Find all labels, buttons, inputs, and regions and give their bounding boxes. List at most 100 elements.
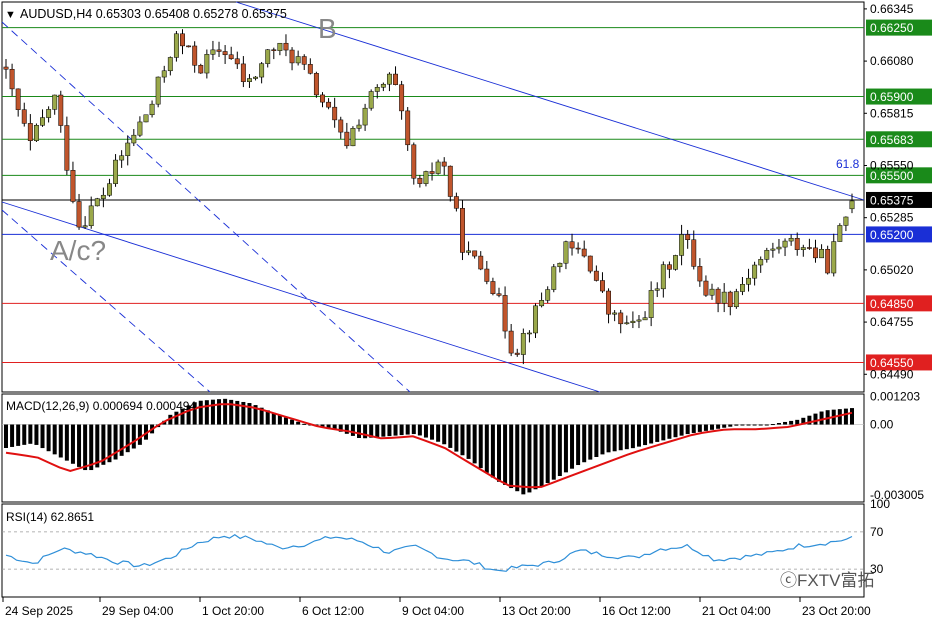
candle-body-74 (453, 196, 459, 209)
time-tick-label-5: 13 Oct 20:00 (502, 604, 571, 618)
macd-bar-73 (448, 424, 453, 448)
candle-body-127 (776, 246, 782, 250)
candle-body-21 (131, 134, 137, 144)
candle-body-20 (125, 142, 131, 156)
candle-body-15 (94, 198, 100, 207)
macd-bar-65 (399, 424, 404, 436)
macd-bar-126 (770, 424, 775, 426)
candle-body-92 (563, 241, 569, 264)
candle-body-94 (575, 247, 581, 250)
macd-bar-76 (466, 424, 471, 459)
candle-body-109 (666, 264, 672, 270)
macd-bar-86 (527, 424, 532, 493)
candle-body-91 (557, 262, 563, 268)
candle-body-77 (472, 250, 478, 257)
wave-label-b: B (318, 13, 337, 44)
macd-bar-46 (283, 417, 288, 425)
candle-body-76 (466, 250, 472, 253)
level-tag-label-0: 0.66250 (870, 21, 914, 35)
macd-bar-120 (734, 424, 739, 426)
macd-bar-121 (740, 424, 745, 426)
macd-bar-28 (174, 411, 179, 425)
candle-body-27 (167, 57, 173, 72)
macd-bar-47 (290, 419, 295, 425)
macd-bar-13 (83, 424, 88, 471)
macd-bar-22 (137, 424, 142, 445)
macd-bar-110 (673, 424, 678, 438)
candle-body-57 (350, 128, 356, 147)
time-tick-label-2: 1 Oct 20:00 (202, 604, 264, 618)
macd-bar-95 (582, 424, 587, 463)
macd-bar-97 (594, 424, 599, 458)
candle-body-133 (813, 247, 818, 259)
macd-bar-139 (850, 408, 854, 425)
symbol-collapse-icon[interactable]: ▼ (5, 9, 16, 21)
macd-bar-68 (417, 424, 422, 436)
macd-bar-138 (843, 408, 848, 425)
macd-bar-100 (612, 424, 617, 452)
candle-body-106 (648, 290, 654, 318)
macd-bar-66 (405, 424, 410, 435)
time-tick-label-6: 16 Oct 12:00 (602, 604, 671, 618)
candle-body-26 (161, 70, 167, 78)
candle-body-98 (600, 280, 605, 292)
candle-body-99 (606, 290, 611, 315)
rsi-tick-label-0: 100 (870, 497, 890, 511)
candle-body-123 (752, 264, 758, 279)
fxtv-watermark: ⓒFXTV富拓 (780, 571, 874, 590)
candle-body-73 (447, 165, 453, 197)
macd-bar-34 (210, 399, 215, 425)
macd-bar-33 (204, 400, 209, 425)
macd-bar-118 (722, 424, 727, 428)
candle-body-19 (119, 155, 125, 161)
macd-bar-2 (16, 424, 21, 446)
macd-bar-117 (716, 424, 721, 429)
macd-bar-88 (539, 424, 544, 487)
candle-body-46 (283, 42, 289, 51)
macd-bar-9 (58, 424, 63, 458)
candle-body-56 (344, 131, 350, 147)
chart-window: 0.66250 0.65900 0.65683 0.65500 0.65375 0.652… (0, 0, 936, 624)
candle-body-131 (800, 247, 806, 250)
candle-body-59 (362, 107, 368, 126)
macd-bar-127 (776, 423, 781, 425)
macd-bar-114 (697, 424, 702, 432)
candle-body-134 (819, 249, 825, 259)
macd-bar-32 (198, 400, 203, 425)
candle-body-110 (673, 255, 678, 270)
candle-body-12 (76, 201, 82, 228)
macd-bar-94 (576, 424, 581, 466)
macd-bar-63 (387, 424, 392, 437)
rsi-tick-label-1: 70 (870, 525, 884, 539)
macd-bar-3 (22, 424, 27, 445)
macd-bar-35 (217, 399, 222, 425)
candle-body-31 (192, 45, 198, 66)
macd-bar-4 (28, 424, 33, 444)
candle-body-8 (52, 94, 58, 110)
candle-body-7 (46, 109, 52, 118)
time-axis: 24 Sep 2025 29 Sep 04:00 1 Oct 20:00 6 Oct … (2, 597, 871, 618)
candle-body-62 (380, 83, 386, 88)
candle-body-132 (806, 247, 812, 249)
macd-bar-91 (557, 424, 562, 477)
candle-body-54 (332, 106, 338, 121)
candle-body-83 (508, 330, 514, 354)
candle-body-68 (417, 177, 423, 184)
candle-body-81 (496, 293, 502, 296)
macd-bar-81 (496, 424, 501, 482)
macd-bar-115 (703, 424, 708, 431)
candle-body-86 (526, 332, 532, 335)
candle-body-10 (64, 125, 70, 171)
macd-bar-101 (618, 424, 623, 451)
macd-bar-92 (563, 424, 568, 473)
macd-bar-61 (375, 424, 380, 438)
candle-body-49 (301, 56, 307, 65)
price-tick-label-4: 0.65285 (870, 211, 914, 225)
macd-bar-80 (490, 424, 495, 478)
candle-body-85 (520, 333, 526, 355)
candle-body-40 (247, 78, 252, 82)
candle-body-33 (204, 54, 210, 74)
macd-bar-1 (10, 424, 15, 447)
candle-body-55 (338, 119, 344, 133)
macd-bar-102 (624, 424, 629, 450)
